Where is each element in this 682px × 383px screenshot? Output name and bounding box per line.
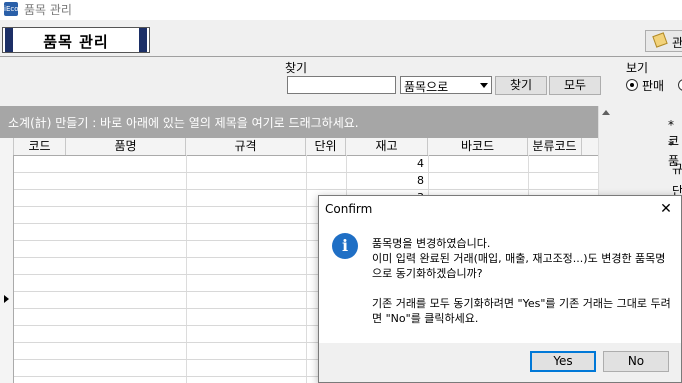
group-by-hint: 소계(計) 만들기 : 바로 아래에 있는 열의 제목을 여기로 드래그하세요. — [8, 116, 359, 130]
column-code[interactable]: 코드 — [14, 138, 66, 155]
table-row[interactable] — [14, 172, 598, 173]
view-radio-other[interactable] — [678, 79, 682, 91]
column-unit[interactable]: 단위 — [306, 138, 346, 155]
column-stock[interactable]: 재고 — [346, 138, 428, 155]
column-category-code[interactable]: 분류코드 — [528, 138, 582, 155]
page-title-banner: 품목 관리 — [2, 27, 150, 53]
header-divider — [0, 56, 682, 57]
show-all-button[interactable]: 모두 — [549, 76, 601, 95]
row-indicator-column — [0, 155, 14, 383]
find-button[interactable]: 찾기 — [495, 76, 547, 95]
yes-button[interactable]: Yes — [530, 351, 596, 372]
search-type-select[interactable]: 품목으로 — [400, 76, 492, 94]
grid-corner — [0, 138, 14, 155]
app-icon: iEco — [4, 2, 19, 16]
detail-label-spec: 규 — [672, 162, 682, 176]
grid-header: 코드 품명 규격 단위 재고 바코드 분류코드 — [0, 138, 598, 156]
dialog-title: Confirm — [325, 202, 373, 216]
window-title: 품목 관리 — [24, 3, 72, 17]
close-icon[interactable]: ✕ — [657, 200, 675, 218]
search-type-value: 품목으로 — [404, 80, 449, 94]
dialog-message: 품목명을 변경하였습니다. 이미 입력 완료된 거래(매입, 매출, 재고조정.… — [372, 237, 671, 325]
column-spec[interactable]: 규격 — [186, 138, 306, 155]
column-barcode[interactable]: 바코드 — [428, 138, 528, 155]
confirm-dialog: Confirm ✕ i 품목명을 변경하였습니다. 이미 입력 완료된 거래(매… — [318, 195, 682, 383]
view-label: 보기 — [626, 61, 649, 75]
pencil-icon — [652, 32, 668, 48]
view-radio-sales-label: 판매 — [642, 79, 665, 93]
view-radio-sales[interactable] — [626, 79, 638, 91]
table-row[interactable] — [14, 189, 598, 190]
scroll-up-icon[interactable] — [602, 110, 610, 115]
dropdown-arrow-icon — [480, 83, 488, 88]
search-label: 찾기 — [285, 61, 308, 75]
group-by-panel[interactable]: 소계(計) 만들기 : 바로 아래에 있는 열의 제목을 여기로 드래그하세요. — [0, 106, 598, 138]
no-button[interactable]: No — [603, 351, 669, 372]
window-titlebar — [0, 0, 682, 20]
manage-button[interactable]: 관 — [645, 30, 682, 52]
row-pointer-icon — [4, 295, 9, 303]
stock-cell: 4 — [417, 157, 424, 170]
manage-button-label: 관 — [672, 36, 682, 50]
dialog-footer: Yes No — [319, 343, 681, 382]
search-input[interactable] — [287, 76, 396, 94]
info-icon: i — [332, 233, 358, 259]
page-title: 품목 관리 — [43, 33, 109, 51]
column-name[interactable]: 품명 — [66, 138, 186, 155]
stock-cell: 8 — [417, 174, 424, 187]
